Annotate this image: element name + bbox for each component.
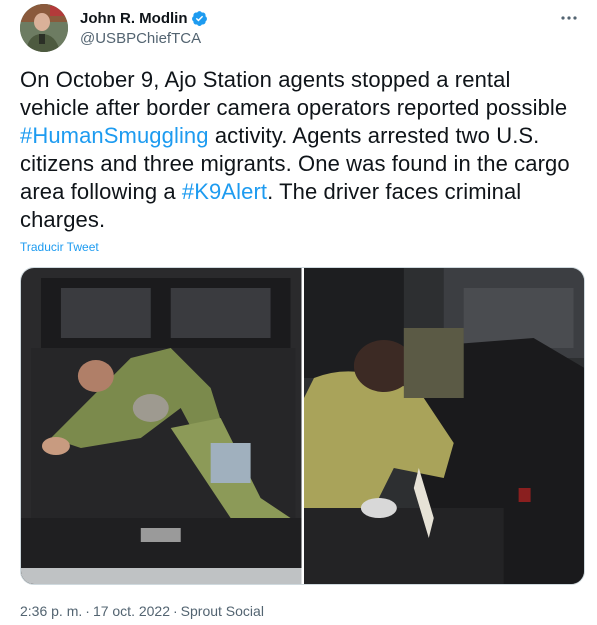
tweet-text-part: On October 9, Ajo Station agents stopped… xyxy=(20,67,568,120)
verified-badge-icon xyxy=(191,10,208,27)
photo-back-seat[interactable] xyxy=(303,268,584,584)
tweet-header: John R. Modlin @USBPChiefTCA xyxy=(20,4,581,52)
author-handle[interactable]: @USBPChiefTCA xyxy=(80,30,208,47)
translate-tweet-link[interactable]: Traducir Tweet xyxy=(20,240,99,254)
tweet-text: On October 9, Ajo Station agents stopped… xyxy=(20,66,585,234)
tweet-card: John R. Modlin @USBPChiefTCA On October … xyxy=(0,0,597,625)
tweet-source[interactable]: Sprout Social xyxy=(181,603,264,619)
tweet-date[interactable]: 17 oct. 2022 xyxy=(93,603,170,619)
author-names: John R. Modlin @USBPChiefTCA xyxy=(80,8,208,47)
tweet-media xyxy=(20,267,585,585)
photo-cargo-area[interactable] xyxy=(21,268,302,584)
avatar[interactable] xyxy=(20,4,68,52)
hashtag-human-smuggling[interactable]: #HumanSmuggling xyxy=(20,123,209,148)
author-display-name[interactable]: John R. Modlin xyxy=(80,10,187,27)
more-options-icon[interactable] xyxy=(557,8,581,28)
meta-separator: · xyxy=(173,603,178,619)
hashtag-k9-alert[interactable]: #K9Alert xyxy=(182,179,267,204)
tweet-time[interactable]: 2:36 p. m. xyxy=(20,603,82,619)
tweet-metadata: 2:36 p. m. · 17 oct. 2022 · Sprout Social xyxy=(20,603,264,619)
meta-separator: · xyxy=(85,603,90,619)
